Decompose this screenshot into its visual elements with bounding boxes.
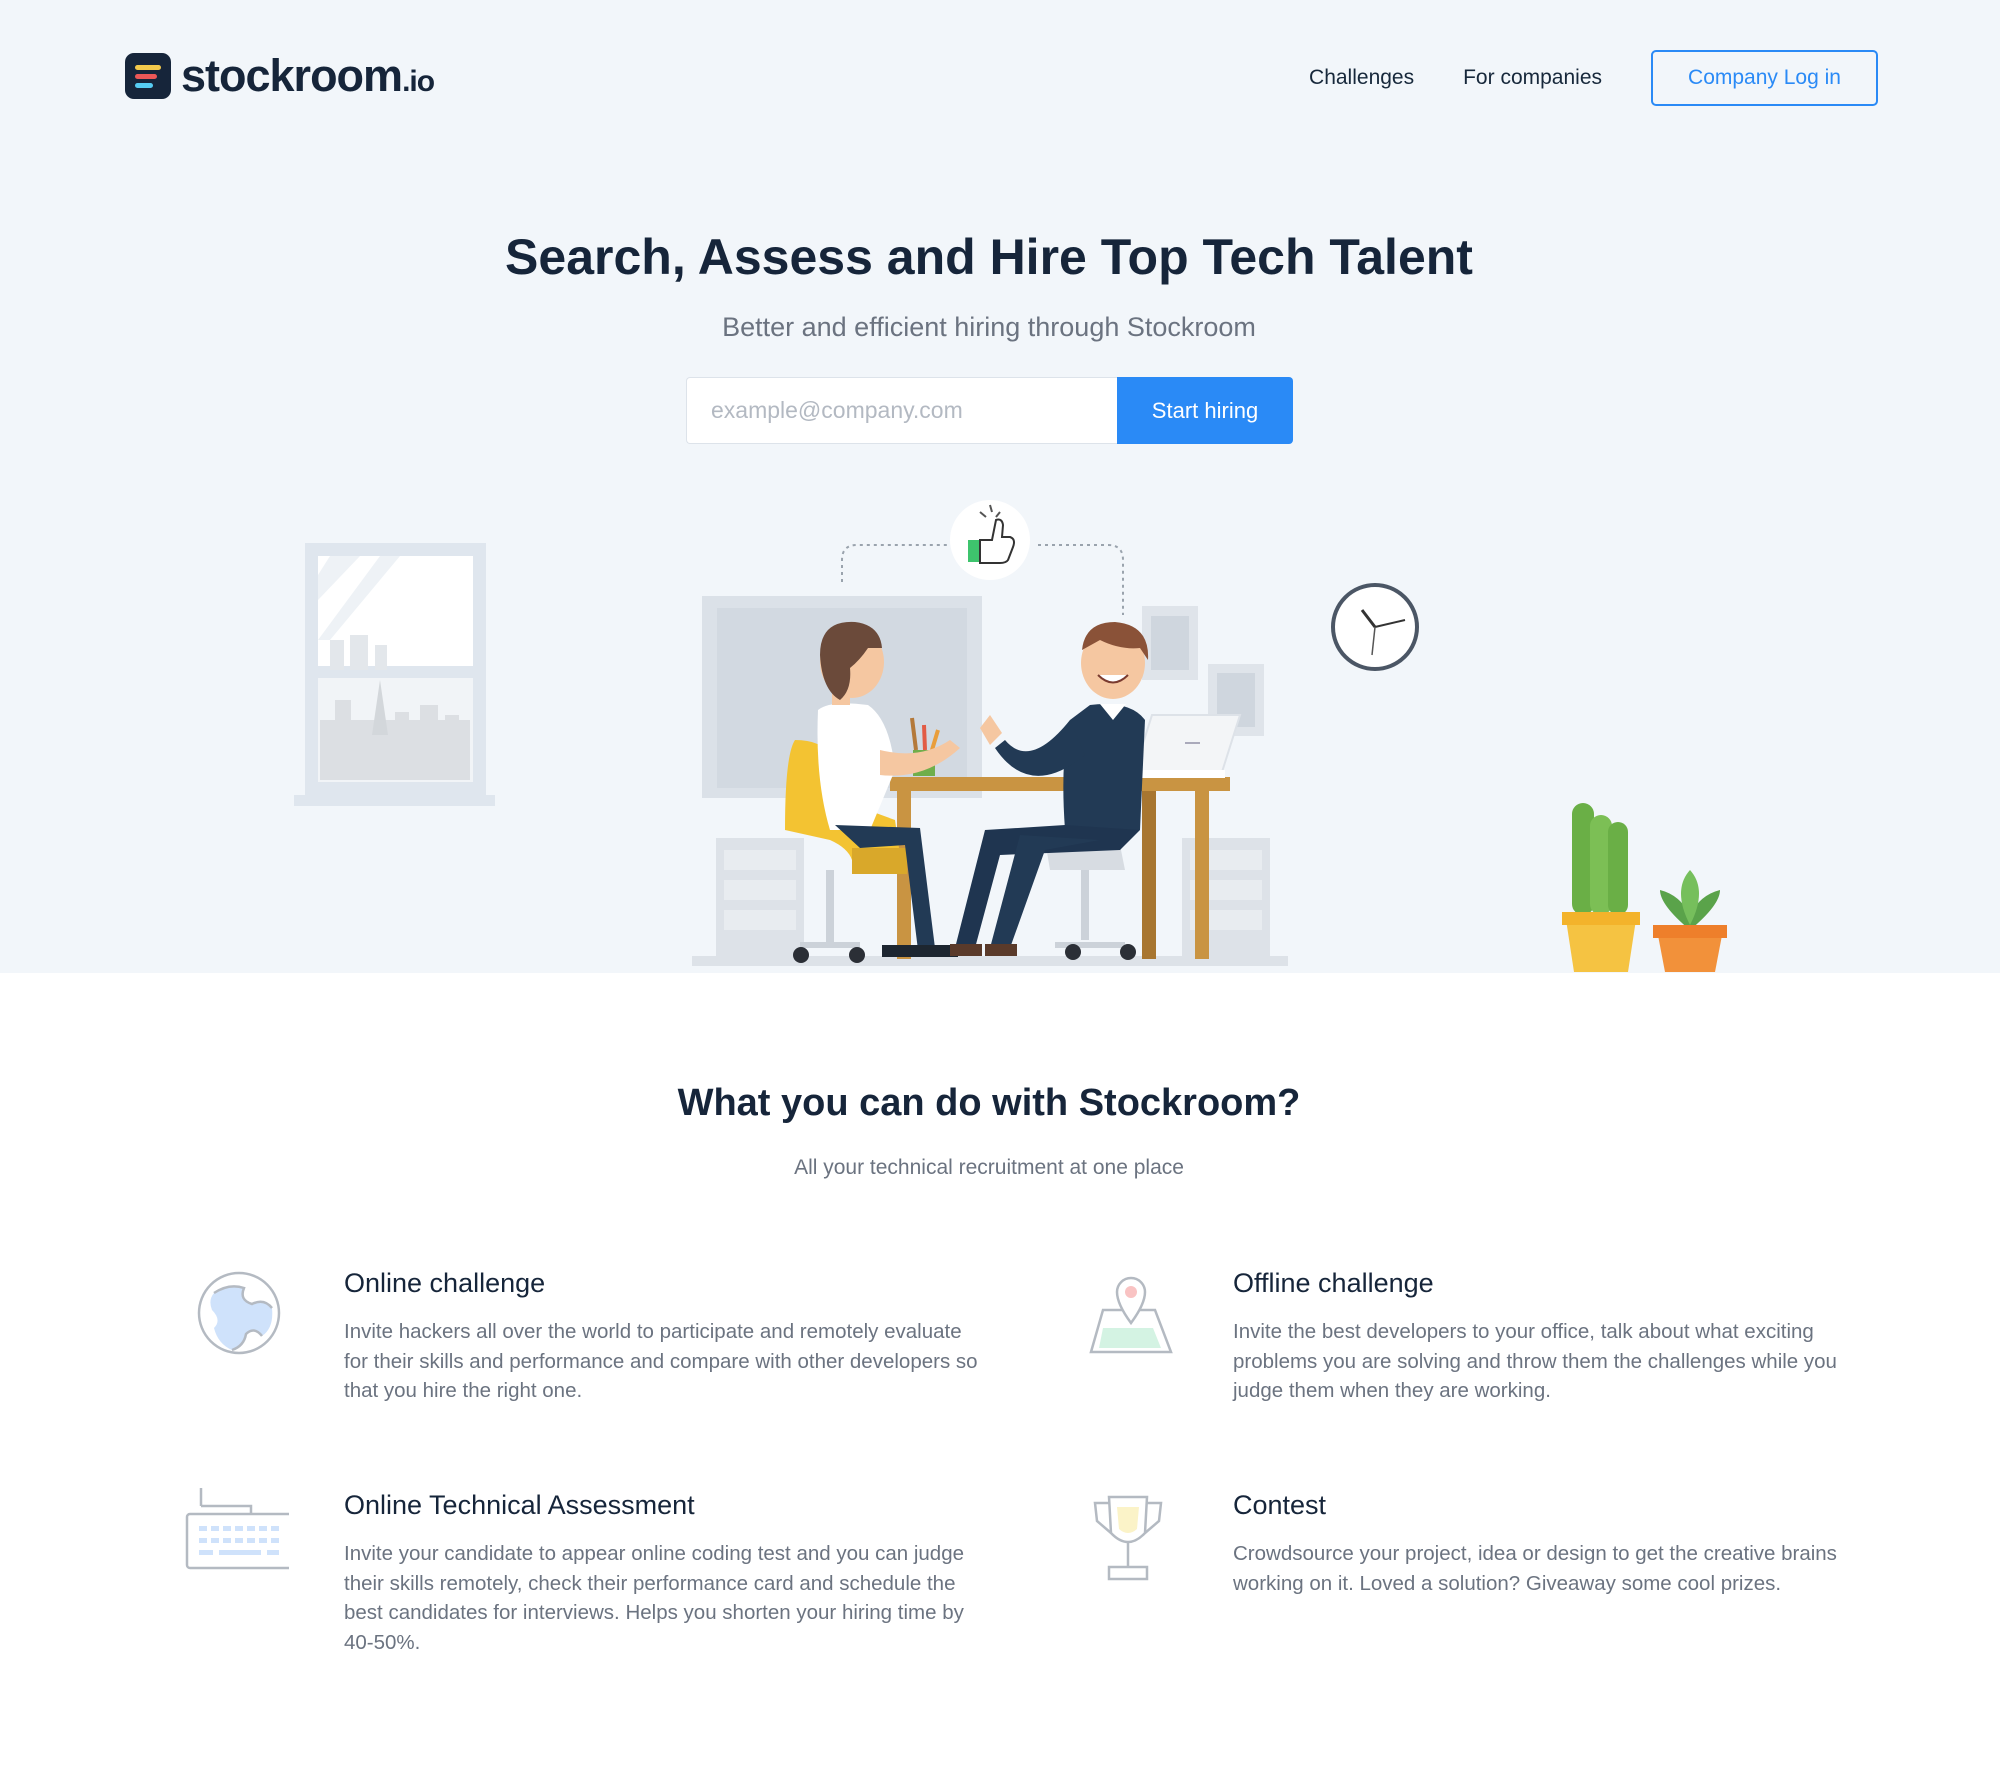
feature-title: Offline challenge bbox=[1233, 1268, 1434, 1298]
keyboard-icon bbox=[185, 1488, 289, 1570]
feature-online-technical-assessment: Online Technical Assessment Invite your … bbox=[185, 1488, 984, 1657]
start-hiring-button[interactable]: Start hiring bbox=[1117, 377, 1293, 444]
signup-form: Start hiring bbox=[686, 377, 1293, 444]
feature-title: Online Technical Assessment bbox=[344, 1490, 695, 1520]
window-illustration bbox=[294, 543, 495, 806]
feature-online-challenge: Online challenge Invite hackers all over… bbox=[197, 1268, 984, 1406]
logo-text: stockroom.io bbox=[181, 50, 435, 102]
features-title: What you can do with Stockroom? bbox=[677, 1082, 1301, 1124]
hero-title: Search, Assess and Hire Top Tech Talent bbox=[505, 229, 1473, 285]
hero-subtitle: Better and efficient hiring through Stoc… bbox=[722, 312, 1256, 342]
logo-mark-icon bbox=[125, 53, 171, 99]
feature-description: Invite hackers all over the world to par… bbox=[344, 1320, 978, 1402]
hero-section: stockroom.io Challenges For companies Co… bbox=[0, 0, 2000, 973]
globe-icon bbox=[197, 1271, 281, 1355]
trophy-icon bbox=[1093, 1495, 1163, 1581]
logo[interactable]: stockroom.io bbox=[125, 50, 435, 102]
top-nav: Challenges For companies Company Log in bbox=[1309, 50, 1878, 106]
cactus-plant-illustration bbox=[1562, 803, 1640, 972]
succulent-plant-illustration bbox=[1653, 870, 1727, 972]
feature-title: Online challenge bbox=[344, 1268, 546, 1298]
clock-icon bbox=[1331, 583, 1419, 671]
feature-title: Contest bbox=[1233, 1490, 1327, 1520]
feature-description: Invite your candidate to appear online c… bbox=[344, 1542, 964, 1654]
office-illustration bbox=[294, 500, 1727, 972]
logo-suffix: .io bbox=[402, 65, 435, 98]
nav-challenges-link[interactable]: Challenges bbox=[1309, 66, 1414, 90]
nav-for-companies-link[interactable]: For companies bbox=[1463, 66, 1602, 90]
email-input[interactable] bbox=[686, 377, 1117, 444]
feature-offline-challenge: Offline challenge Invite the best develo… bbox=[1089, 1268, 1873, 1406]
feature-contest: Contest Crowdsource your project, idea o… bbox=[1093, 1490, 1873, 1598]
features-subtitle: All your technical recruitment at one pl… bbox=[794, 1156, 1184, 1179]
feature-description: Invite the best developers to your offic… bbox=[1233, 1320, 1837, 1402]
company-login-button[interactable]: Company Log in bbox=[1651, 50, 1878, 106]
map-pin-icon bbox=[1089, 1276, 1173, 1354]
feature-description: Crowdsource your project, idea or design… bbox=[1233, 1542, 1837, 1595]
logo-name: stockroom bbox=[181, 50, 403, 101]
